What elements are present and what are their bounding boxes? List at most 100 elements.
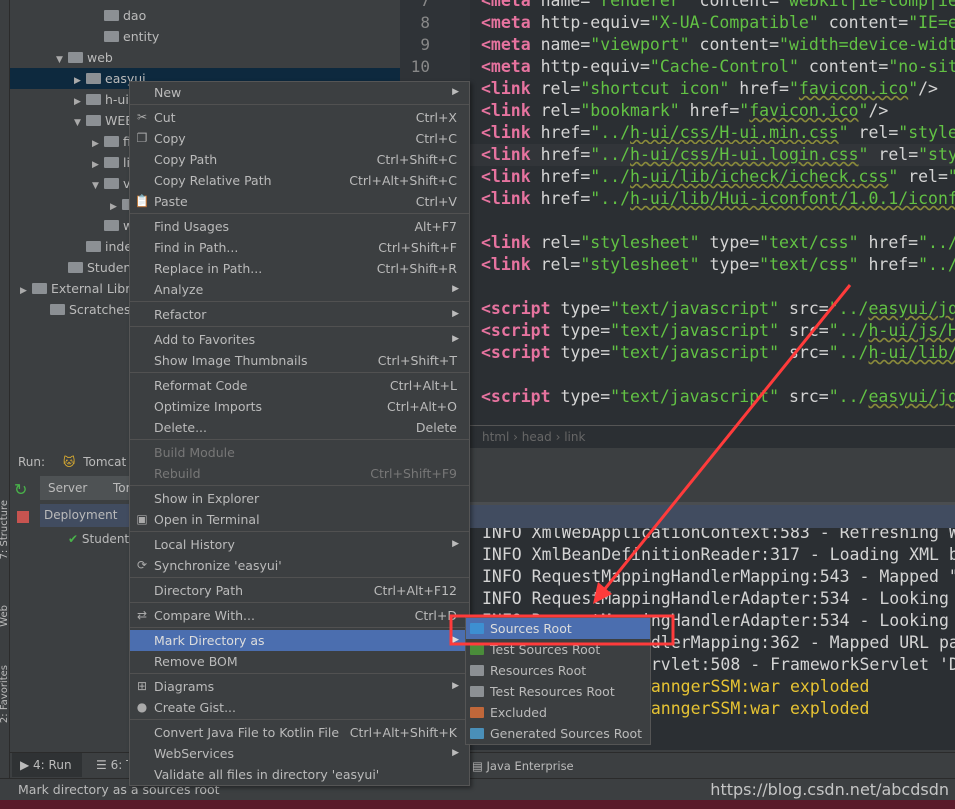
menu-item-copy-relative-path[interactable]: Copy Relative Path Ctrl+Alt+Shift+C	[130, 170, 469, 191]
submenu-item-sources-root[interactable]: Sources Root	[466, 618, 650, 639]
menu-item-shortcut: Alt+F7	[414, 219, 457, 234]
menu-item-open-in-terminal[interactable]: ▣ Open in Terminal	[130, 509, 469, 530]
code-token: <script	[481, 343, 551, 362]
line-number: 9	[420, 35, 430, 54]
bottom-tab-todo[interactable]: ☰ 6: TODO	[96, 753, 128, 777]
menu-item-label: Analyze	[154, 282, 204, 297]
tree-item[interactable]: entity	[10, 26, 159, 47]
menu-item-copy-path[interactable]: Copy Path Ctrl+Shift+C	[130, 149, 469, 170]
menu-item-local-history[interactable]: Local History ▶	[130, 534, 469, 555]
code-token: <meta	[481, 13, 531, 32]
submenu-item-generated-sources-root[interactable]: Generated Sources Root	[466, 723, 650, 744]
code-token: <link	[481, 101, 531, 120]
paste-icon: 📋	[134, 194, 150, 208]
menu-item-convert-java-file-to-kotlin-file[interactable]: Convert Java File to Kotlin File Ctrl+Alt…	[130, 722, 469, 743]
submenu-arrow-icon: ▶	[452, 87, 459, 97]
menu-item-synchronize-easyui[interactable]: ⟳ Synchronize 'easyui'	[130, 555, 469, 576]
run-tab[interactable]: Run: 🐱 Tomcat	[10, 450, 126, 474]
menu-item-rebuild[interactable]: Rebuild Ctrl+Shift+F9	[130, 463, 469, 484]
rerun-icon[interactable]: ↻	[14, 480, 27, 499]
code-line: <script type="text/javascript" src="../h…	[481, 342, 955, 364]
submenu-item-resources-root[interactable]: Resources Root	[466, 660, 650, 681]
folder-icon	[470, 686, 484, 697]
line-number: 7	[420, 0, 430, 10]
menu-item-optimize-imports[interactable]: Optimize Imports Ctrl+Alt+O	[130, 396, 469, 417]
menu-item-find-usages[interactable]: Find Usages Alt+F7	[130, 216, 469, 237]
menu-item-webservices[interactable]: WebServices ▶	[130, 743, 469, 764]
menu-item-refactor[interactable]: Refactor ▶	[130, 304, 469, 325]
menu-item-replace-in-path[interactable]: Replace in Path... Ctrl+Shift+R	[130, 258, 469, 279]
submenu-item-test-sources-root[interactable]: Test Sources Root	[466, 639, 650, 660]
menu-item-label: Create Gist...	[154, 700, 237, 715]
menu-item-delete[interactable]: Delete... Delete	[130, 417, 469, 438]
breadcrumb-item[interactable]: html	[482, 430, 509, 444]
menu-item-cut[interactable]: ✂ Cut Ctrl+X	[130, 107, 469, 128]
menu-item-shortcut: Ctrl+Shift+F	[378, 240, 457, 255]
code-token: "IE=edge"	[908, 13, 955, 32]
side-tab-favorites[interactable]: 2: Favorites	[0, 665, 9, 723]
menu-item-diagrams[interactable]: ⊞ Diagrams ▶	[130, 676, 469, 697]
copy-icon: ❐	[136, 131, 148, 145]
code-editor[interactable]: <meta name="renderer" content="webkit|ie…	[470, 0, 955, 425]
menu-item-show-image-thumbnails[interactable]: Show Image Thumbnails Ctrl+Shift+T	[130, 350, 469, 371]
tree-item[interactable]: dao	[10, 5, 146, 26]
menu-item-validate-all-files-in-directory-easyui[interactable]: Validate all files in directory 'easyui'	[130, 764, 469, 785]
menu-item-copy[interactable]: ❐ Copy Ctrl+C	[130, 128, 469, 149]
tree-item[interactable]: ▶lib	[10, 152, 138, 173]
menu-item-paste[interactable]: 📋 Paste Ctrl+V	[130, 191, 469, 212]
menu-item-show-in-explorer[interactable]: Show in Explorer	[130, 488, 469, 509]
menu-item-compare-with[interactable]: ⇄ Compare With... Ctrl+D	[130, 605, 469, 626]
menu-item-mark-directory-as[interactable]: Mark Directory as ▶	[130, 630, 469, 651]
tree-item[interactable]: ▼ web	[10, 47, 113, 68]
breadcrumb-item[interactable]: link	[564, 430, 585, 444]
side-tab-structure[interactable]: 7: Structure	[0, 500, 9, 559]
code-token: "text/javascript"	[610, 343, 780, 362]
code-token: "webkit|ie-comp|ie-stand"	[779, 0, 955, 10]
menu-item-find-in-path[interactable]: Find in Path... Ctrl+Shift+F	[130, 237, 469, 258]
submenu-item-test-resources-root[interactable]: Test Resources Root	[466, 681, 650, 702]
menu-item-label: Rebuild	[154, 466, 201, 481]
code-token: "stylesheet"	[580, 233, 700, 252]
code-token: "viewport"	[590, 35, 690, 54]
menu-item-create-gist[interactable]: ● Create Gist...	[130, 697, 469, 718]
menu-item-new[interactable]: New ▶	[130, 82, 469, 103]
open-in-terminal-icon: ▣	[136, 512, 148, 526]
bottom-tab-java-enterprise[interactable]: ▤ Java Enterprise	[472, 757, 574, 775]
code-line: <link href="../h-ui/lib/Hui-iconfont/1.0…	[481, 188, 955, 210]
menu-item-reformat-code[interactable]: Reformat Code Ctrl+Alt+L	[130, 375, 469, 396]
code-token: favicon.ico	[798, 79, 909, 98]
code-token: "renderer"	[590, 0, 690, 10]
folder-icon	[104, 178, 119, 189]
submenu-item-excluded[interactable]: Excluded	[466, 702, 650, 723]
menu-item-analyze[interactable]: Analyze ▶	[130, 279, 469, 300]
submenu-item-label: Sources Root	[490, 621, 572, 636]
code-token: "	[838, 123, 849, 142]
submenu-arrow-icon: ▶	[452, 748, 459, 758]
bottom-tab-run[interactable]: ▶ 4: Run	[12, 753, 82, 777]
code-token: "text/javascript"	[610, 387, 780, 406]
breadcrumb-item[interactable]: head	[522, 430, 552, 444]
code-token: src=	[779, 343, 829, 362]
code-token: type=	[550, 321, 611, 340]
menu-item-remove-bom[interactable]: Remove BOM	[130, 651, 469, 672]
os-taskbar	[0, 800, 955, 809]
breadcrumb: html › head › link	[470, 425, 955, 448]
side-tab-web[interactable]: Web	[0, 605, 9, 627]
console-header	[470, 505, 955, 529]
tree-item[interactable]: ▶ h-ui	[10, 89, 129, 110]
tree-item[interactable]: ▶first	[10, 131, 147, 152]
menu-item-directory-path[interactable]: Directory Path Ctrl+Alt+F12	[130, 580, 469, 601]
run-config[interactable]: Tomcat	[83, 455, 126, 469]
code-token: type=	[550, 343, 611, 362]
code-token: "stylesheet"	[918, 145, 955, 164]
code-token: "stylesheet"	[898, 123, 955, 142]
stop-icon[interactable]	[17, 511, 29, 523]
submenu-arrow-icon: ▶	[452, 309, 459, 319]
menu-item-add-to-favorites[interactable]: Add to Favorites ▶	[130, 329, 469, 350]
tree-item[interactable]: ▶s	[10, 194, 148, 215]
menu-item-build-module[interactable]: Build Module	[130, 442, 469, 463]
folder-icon	[86, 115, 101, 126]
menu-item-label: Local History	[154, 537, 235, 552]
tomcat-icon: 🐱	[62, 455, 76, 469]
console-line: INFO RequestMappingHandlerMapping:543 - …	[482, 567, 955, 586]
